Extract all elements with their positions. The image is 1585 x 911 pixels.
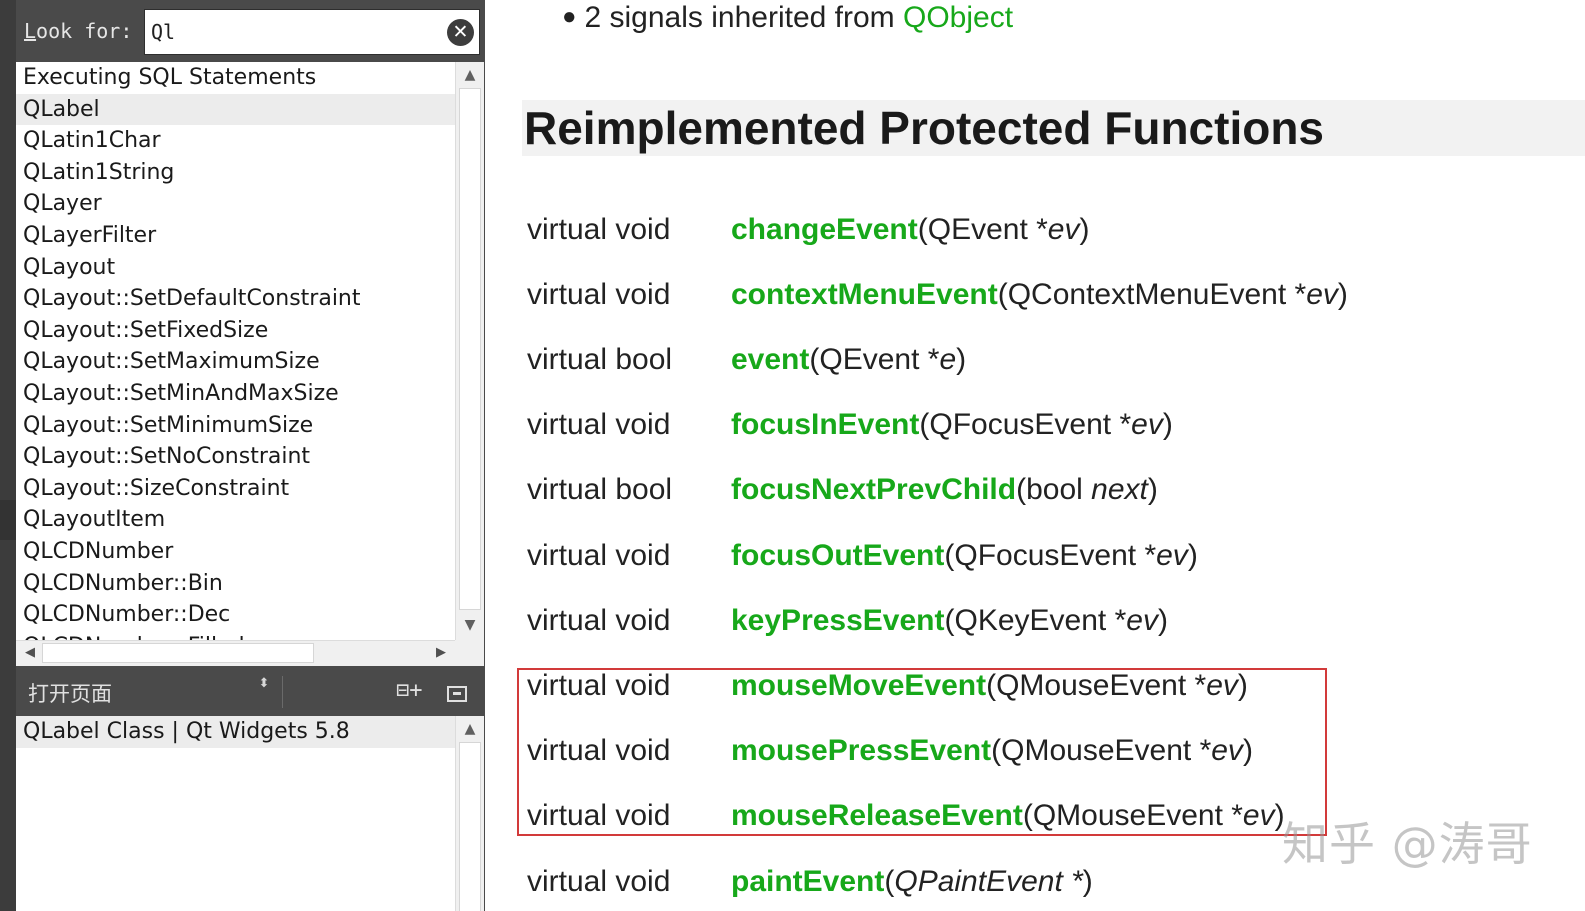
open-pages-list[interactable]: QLabel Class | Qt Widgets 5.8 (16, 716, 455, 911)
signals-text: 2 signals inherited from (584, 1, 903, 34)
function-signature: focusNextPrevChild(bool next) (731, 473, 1158, 506)
combo-arrows-icon[interactable]: ⬍ (256, 677, 272, 690)
param-type: QPaintEvent * (894, 865, 1083, 898)
list-item[interactable]: QLayout::SetNoConstraint (16, 441, 455, 473)
add-page-icon[interactable]: ⊟+ (396, 678, 423, 703)
open-pages-combo[interactable]: 打开页面 (28, 678, 112, 708)
function-link[interactable]: paintEvent (731, 865, 884, 898)
bullet-icon: ● (562, 3, 577, 30)
function-signature: focusInEvent(QFocusEvent *ev) (731, 408, 1173, 441)
list-item[interactable]: QLayout (16, 252, 455, 284)
param-type: QFocusEvent * (954, 539, 1157, 572)
index-horizontal-scrollbar[interactable]: ◀ ▶ (16, 640, 455, 666)
look-for-label: Look for: (24, 19, 132, 43)
list-item[interactable]: QLCDNumber::Dec (16, 599, 455, 631)
signals-inherited-line: ● 2 signals inherited from QObject (562, 1, 1013, 35)
param-type: QKeyEvent * (954, 604, 1127, 637)
param-name: next (1091, 473, 1148, 506)
return-type: virtual void (527, 408, 671, 441)
scroll-right-icon[interactable]: ▶ (429, 641, 453, 665)
param-name: ev (1131, 408, 1163, 441)
function-link[interactable]: focusNextPrevChild (731, 473, 1016, 506)
list-item[interactable]: QLayout::SizeConstraint (16, 473, 455, 505)
list-item[interactable]: QLayer (16, 188, 455, 220)
list-item[interactable]: QLayerFilter (16, 220, 455, 252)
list-item[interactable]: QLCDNumber (16, 536, 455, 568)
param-type: QContextMenuEvent * (1007, 278, 1307, 311)
return-type: virtual void (527, 278, 671, 311)
qobject-link[interactable]: QObject (903, 1, 1013, 34)
param-type: QFocusEvent * (929, 408, 1132, 441)
scroll-thumb[interactable] (459, 88, 481, 610)
list-item[interactable]: QLayout::SetMinimumSize (16, 410, 455, 442)
list-item[interactable]: QLayout::SetMaximumSize (16, 346, 455, 378)
edge-marker (0, 500, 16, 540)
list-item[interactable]: QLatin1Char (16, 125, 455, 157)
function-link[interactable]: changeEvent (731, 213, 918, 246)
scrollbar-corner (455, 640, 484, 666)
section-title: Reimplemented Protected Functions (524, 102, 1325, 154)
return-type: virtual bool (527, 473, 673, 506)
function-link[interactable]: focusInEvent (731, 408, 919, 441)
open-page-item[interactable]: QLabel Class | Qt Widgets 5.8 (16, 716, 455, 748)
function-link[interactable]: keyPressEvent (731, 604, 945, 637)
list-item[interactable]: QLCDNumber::Filled (16, 631, 455, 640)
return-type: virtual void (527, 865, 671, 898)
function-link[interactable]: event (731, 343, 809, 376)
list-item[interactable]: QLayout::SetMinAndMaxSize (16, 378, 455, 410)
list-item[interactable]: QLayout::SetDefaultConstraint (16, 283, 455, 315)
look-for-accel: L (24, 19, 37, 43)
param-type: QEvent * (819, 343, 940, 376)
function-signature: paintEvent(QPaintEvent *) (731, 865, 1093, 898)
watermark: 知乎 @涛哥 (1282, 817, 1533, 871)
return-type: virtual void (527, 213, 671, 246)
help-index-panel: Look for: Ql ✕ Executing SQL Statements Q… (0, 0, 485, 911)
highlight-box (517, 668, 1327, 836)
index-vertical-scrollbar[interactable]: ▲ ▼ (455, 62, 484, 640)
look-for-text: ook for: (36, 19, 133, 43)
param-name: ev (1156, 539, 1188, 572)
left-edge-strip (0, 0, 16, 911)
horizontal-scroll-thumb[interactable] (42, 643, 314, 663)
index-list[interactable]: Executing SQL Statements QLabel QLatin1Cha… (16, 62, 455, 640)
list-item[interactable]: QLayoutItem (16, 504, 455, 536)
scroll-up-icon[interactable]: ▲ (456, 716, 484, 742)
list-item[interactable]: Executing SQL Statements (16, 62, 455, 94)
function-signature: event(QEvent *e) (731, 343, 967, 376)
return-type: virtual bool (527, 343, 673, 376)
list-item[interactable]: QLatin1String (16, 157, 455, 189)
clear-search-icon[interactable]: ✕ (447, 19, 474, 46)
param-name: ev (1126, 604, 1158, 637)
list-item[interactable]: QLayout::SetFixedSize (16, 315, 455, 347)
search-input[interactable]: Ql (144, 9, 480, 55)
open-pages-scrollbar[interactable]: ▲ (455, 716, 484, 911)
param-name: ev (1047, 213, 1080, 246)
scroll-down-icon[interactable]: ▼ (456, 612, 484, 638)
param-type: bool (1026, 473, 1092, 506)
function-signature: contextMenuEvent(QContextMenuEvent *ev) (731, 278, 1348, 311)
scroll-thumb[interactable] (459, 742, 481, 911)
function-signature: focusOutEvent(QFocusEvent *ev) (731, 539, 1198, 572)
open-pages-toolbar: 打开页面 ⬍ ⊟+ (16, 668, 484, 716)
function-link[interactable]: contextMenuEvent (731, 278, 998, 311)
param-name: e (939, 343, 957, 376)
scroll-up-icon[interactable]: ▲ (456, 62, 484, 88)
function-link[interactable]: focusOutEvent (731, 539, 944, 572)
param-name: ev (1306, 278, 1338, 311)
close-page-icon[interactable] (447, 686, 467, 702)
search-bar: Look for: Ql ✕ (16, 0, 484, 62)
list-item[interactable]: QLabel (16, 93, 455, 126)
return-type: virtual void (527, 539, 671, 572)
return-type: virtual void (527, 604, 671, 637)
toolbar-separator (282, 676, 283, 708)
scroll-left-icon[interactable]: ◀ (18, 641, 42, 665)
section-heading: Reimplemented Protected Functions (522, 100, 1585, 156)
documentation-view: ● 2 signals inherited from QObject Reimpl… (485, 0, 1585, 911)
function-signature: changeEvent(QEvent *ev) (731, 213, 1090, 246)
list-item[interactable]: QLCDNumber::Bin (16, 568, 455, 600)
param-type: QEvent * (927, 213, 1048, 246)
function-signature: keyPressEvent(QKeyEvent *ev) (731, 604, 1168, 637)
